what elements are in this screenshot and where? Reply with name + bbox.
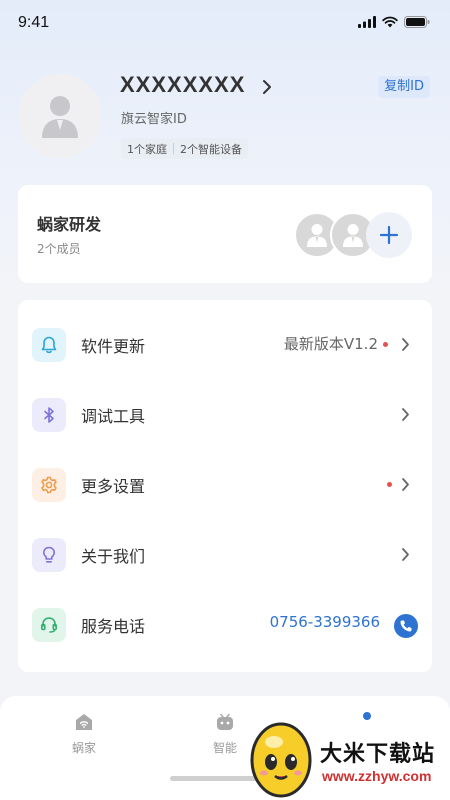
update-badge — [383, 342, 388, 347]
chevron-right-icon — [402, 338, 409, 351]
watermark: 大米下载站 www.zzhyw.com — [244, 712, 450, 800]
person-icon — [307, 224, 327, 247]
chevron-right-icon — [402, 478, 409, 491]
copy-id-button[interactable]: 复制ID — [378, 76, 430, 98]
tab-home[interactable]: 蜗家 — [54, 712, 114, 756]
user-avatar[interactable] — [18, 74, 102, 158]
wifi-icon — [382, 16, 398, 28]
menu-label: 更多设置 — [81, 477, 146, 496]
menu-item-about-us[interactable]: 关于我们 — [18, 527, 432, 597]
tab-label: 蜗家 — [71, 741, 96, 755]
family-count-tag: 1个家庭 — [127, 142, 167, 156]
menu-label: 服务电话 — [81, 617, 146, 636]
menu-label: 关于我们 — [81, 547, 146, 566]
bluetooth-icon — [32, 398, 66, 432]
chevron-right-icon[interactable] — [262, 79, 272, 95]
status-icons — [358, 16, 430, 28]
person-icon — [343, 224, 363, 247]
robot-icon — [217, 713, 233, 730]
device-count-tag: 2个智能设备 — [180, 142, 242, 156]
family-card[interactable]: 蜗家研发 2个成员 — [18, 185, 432, 283]
gear-icon — [32, 468, 66, 502]
menu-label: 调试工具 — [81, 407, 146, 426]
menu-label: 软件更新 — [81, 337, 146, 356]
status-time: 9:41 — [18, 14, 50, 31]
mascot-logo — [250, 722, 312, 798]
phone-icon — [400, 620, 412, 632]
version-value: 最新版本V1.2 — [283, 335, 378, 353]
home-wifi-icon — [76, 714, 92, 730]
settings-menu: 软件更新 最新版本V1.2 调试工具 更多设置 关于我们 服务电话 0756-3… — [18, 300, 432, 672]
settings-badge — [387, 482, 392, 487]
plus-icon — [379, 225, 399, 245]
family-name: 蜗家研发 — [37, 215, 102, 234]
menu-item-service-phone[interactable]: 服务电话 0756-3399366 — [18, 597, 432, 667]
status-bar: 9:41 — [0, 0, 450, 46]
battery-icon — [404, 16, 430, 28]
headset-icon — [32, 608, 66, 642]
call-button[interactable] — [394, 614, 418, 638]
account-id-label: 旗云智家ID — [121, 112, 187, 127]
watermark-url: www.zzhyw.com — [322, 768, 432, 784]
person-icon — [42, 96, 78, 138]
signal-icon — [358, 16, 376, 28]
service-phone-number[interactable]: 0756-3399366 — [270, 613, 380, 631]
menu-item-more-settings[interactable]: 更多设置 — [18, 457, 432, 527]
watermark-text: 大米下载站 — [320, 742, 436, 767]
username[interactable]: XXXXXXXX — [120, 72, 245, 98]
lightbulb-icon — [32, 538, 66, 572]
bell-icon — [32, 328, 66, 362]
add-member-button[interactable] — [366, 212, 412, 258]
menu-item-debug-tools[interactable]: 调试工具 — [18, 387, 432, 457]
menu-item-software-update[interactable]: 软件更新 最新版本V1.2 — [18, 317, 432, 387]
chevron-right-icon — [402, 548, 409, 561]
profile-tags: 1个家庭 2个智能设备 — [121, 138, 248, 159]
family-member-count: 2个成员 — [37, 242, 81, 256]
chevron-right-icon — [402, 408, 409, 421]
